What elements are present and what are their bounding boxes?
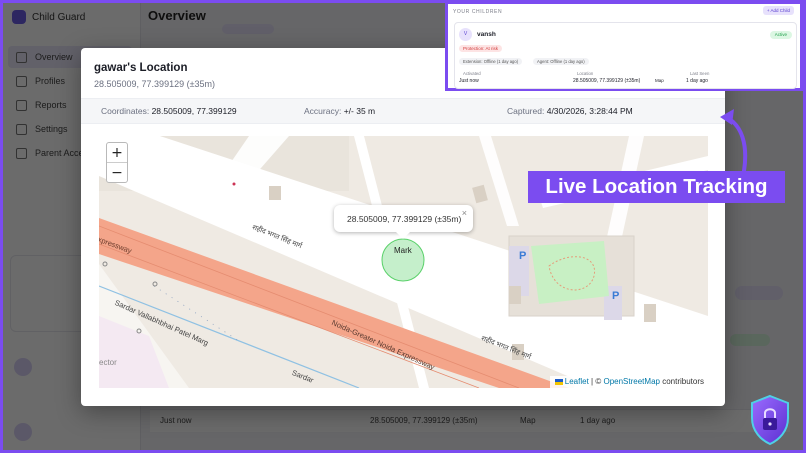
extension-badge: Extension: Offline (1 day ago): [459, 58, 523, 65]
location-info-bar: Coordinates: 28.505009, 77.399129 Accura…: [81, 98, 725, 124]
callout-text: Live Location Tracking: [545, 175, 768, 198]
flag-icon: [554, 378, 563, 385]
key-icon: [16, 147, 27, 159]
modal-title: gawar's Location: [94, 62, 188, 74]
chart-icon: [16, 99, 27, 111]
bg-button[interactable]: [735, 286, 783, 300]
status-badge: [730, 334, 770, 346]
row-map-link[interactable]: Map: [520, 416, 536, 425]
location-modal: gawar's Location 28.505009, 77.399129 (±…: [81, 48, 725, 406]
accuracy-value: +/- 35 m: [343, 106, 376, 116]
coordinates-value: 28.505009, 77.399129: [151, 106, 237, 116]
accuracy-label: Accuracy:: [304, 106, 342, 116]
popup-close-icon[interactable]: ×: [462, 208, 467, 218]
avatar: [14, 423, 32, 441]
sidebar-item-label: Profiles: [35, 76, 66, 86]
last-seen-label: Last Seen: [690, 71, 710, 76]
modal-subtitle: 28.505009, 77.399129 (±35m): [94, 79, 216, 89]
coordinates-info: Coordinates: 28.505009, 77.399129: [101, 106, 237, 116]
status-badge: Active: [769, 31, 792, 39]
avatar: [14, 358, 32, 376]
attribution-contributors: contributors: [662, 377, 704, 386]
activated-label: Activated: [463, 71, 481, 76]
page-title: Overview: [148, 8, 206, 23]
leaflet-link[interactable]: Leaflet: [565, 377, 589, 386]
zoom-out-button[interactable]: −: [107, 162, 127, 182]
gear-icon: [16, 123, 27, 135]
brand-logo: Child Guard: [12, 10, 85, 24]
brand-name: Child Guard: [32, 11, 86, 23]
zoom-in-button[interactable]: +: [107, 143, 127, 162]
row-last-seen: 1 day ago: [580, 416, 616, 425]
add-child-button[interactable]: + Add Child: [762, 6, 794, 15]
captured-label: Captured:: [507, 106, 545, 116]
captured-info: Captured: 4/30/2026, 3:28:44 PM: [507, 106, 633, 116]
avatar: V: [459, 28, 472, 41]
sidebar-item-label: Settings: [35, 124, 68, 134]
last-seen-value: 1 day ago: [686, 78, 708, 84]
activated-value: Just now: [459, 78, 479, 84]
agent-badge: Agent: Offline (1 day ago): [533, 58, 589, 65]
row-location: 28.505009, 77.399129 (±35m): [370, 416, 478, 425]
marker-label[interactable]: Mark: [394, 246, 412, 255]
callout-arrow-icon: [720, 109, 748, 173]
child-card[interactable]: V vansh Active Protection: At risk Exten…: [454, 22, 797, 89]
shield-lock-icon: [751, 394, 789, 446]
accuracy-info: Accuracy: +/- 35 m: [304, 106, 375, 116]
table-row: Just now 28.505009, 77.399129 (±35m) Map…: [150, 409, 790, 432]
captured-value: 4/30/2026, 3:28:44 PM: [546, 106, 633, 116]
map-link[interactable]: Map: [655, 78, 664, 83]
location-value: 28.505009, 77.399129 (±35m): [573, 78, 641, 84]
brand-icon: [12, 10, 26, 24]
attribution-separator: | ©: [591, 377, 602, 386]
popup-coordinates: 28.505009, 77.399129 (±35m): [347, 214, 462, 224]
children-inset: YOUR CHILDREN + Add Child V vansh Active…: [445, 1, 803, 91]
parking-icon: P: [612, 290, 620, 302]
home-icon: [16, 51, 27, 63]
map-attribution: Leaflet | © OpenStreetMap contributors: [549, 376, 708, 388]
zoom-control: + −: [106, 142, 128, 183]
location-label: Location: [577, 71, 594, 76]
section-title: YOUR CHILDREN: [453, 9, 503, 15]
row-activated: Just now: [160, 416, 192, 425]
area-label-sector: ector: [99, 358, 117, 367]
protection-badge: Protection: At risk: [459, 45, 503, 52]
osm-link[interactable]: OpenStreetMap: [603, 377, 659, 386]
parking-icon: P: [519, 250, 527, 262]
sidebar-item-label: Overview: [35, 52, 73, 62]
location-popup: 28.505009, 77.399129 (±35m) ×: [334, 205, 473, 239]
feature-callout: Live Location Tracking: [528, 171, 785, 203]
coordinates-label: Coordinates:: [101, 106, 150, 116]
sidebar-item-label: Reports: [35, 100, 67, 110]
child-name: vansh: [477, 31, 496, 38]
users-icon: [16, 75, 27, 87]
tab-pill[interactable]: [222, 24, 274, 34]
popup-tip: [396, 232, 410, 239]
